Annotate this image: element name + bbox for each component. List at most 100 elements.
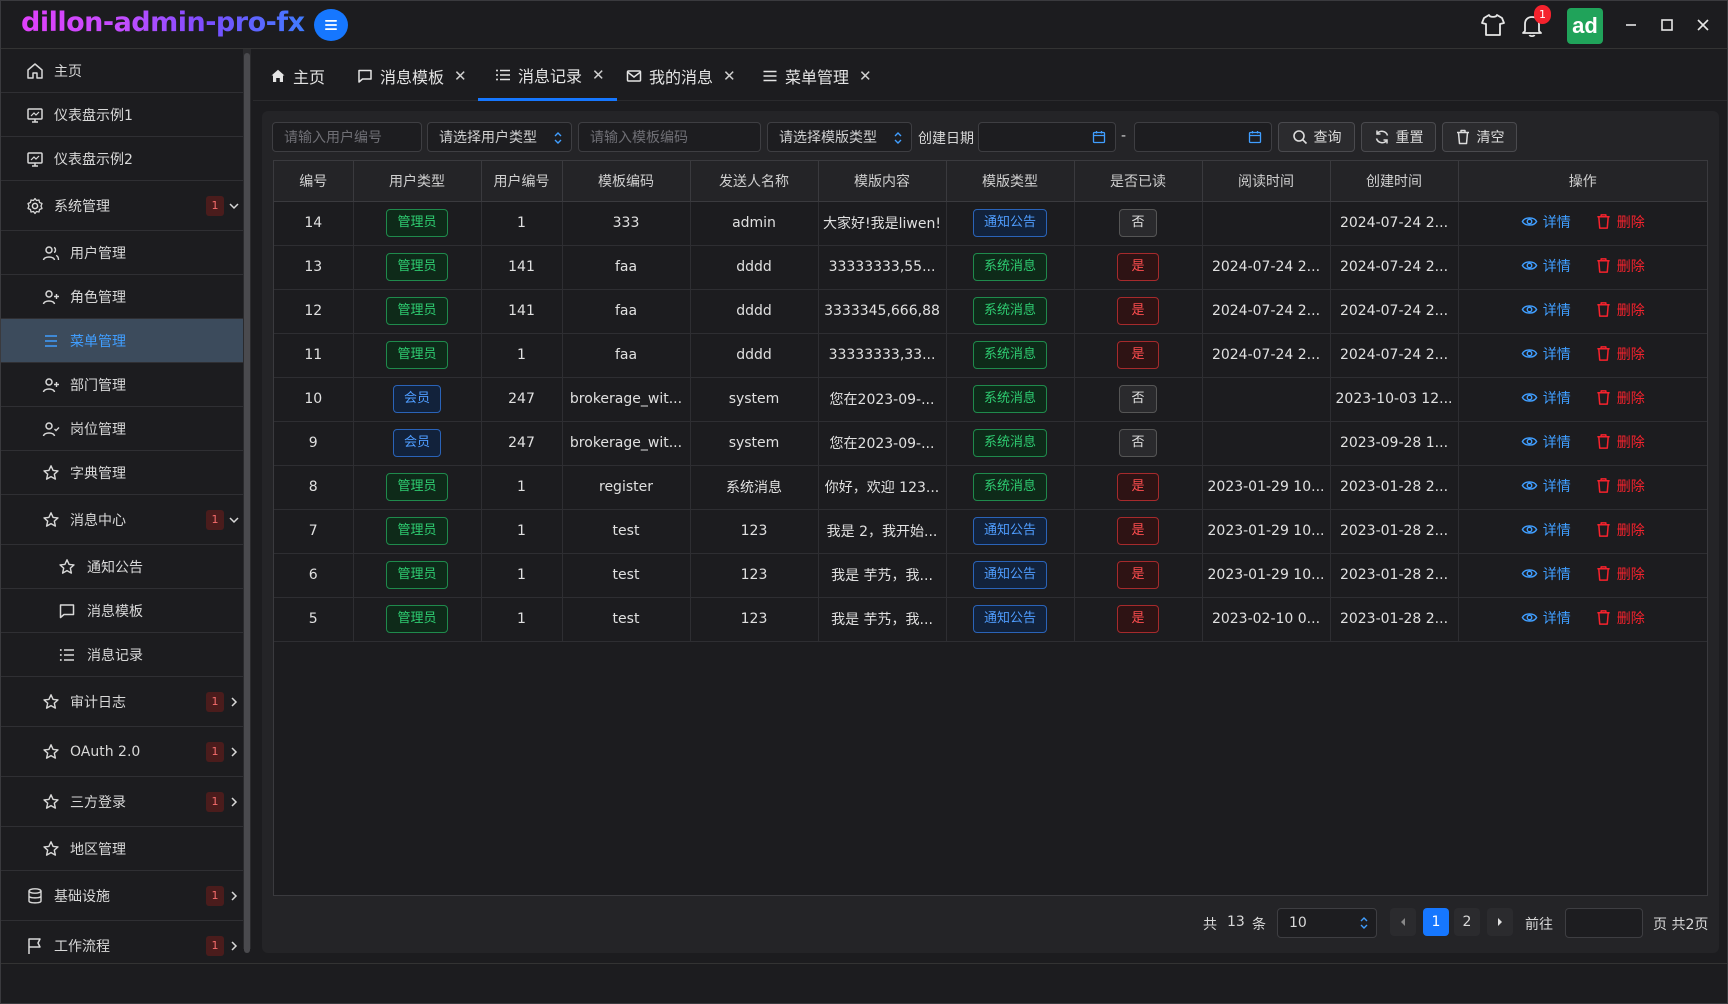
- column-header[interactable]: 模板编码: [562, 161, 691, 202]
- query-button[interactable]: 查询: [1278, 122, 1355, 152]
- table-row[interactable]: 6 管理员 1 test 123 我是 芋艿，我... 通知公告 是 2023-01-29 10…: [274, 553, 1707, 598]
- table-row[interactable]: 7 管理员 1 test 123 我是 2，我开始... 通知公告 是 2023-01-29 1…: [274, 509, 1707, 554]
- menu-toggle-button[interactable]: [314, 9, 348, 41]
- sidebar-item-home[interactable]: 主页: [1, 49, 243, 93]
- sidebar-item-infrastructure[interactable]: 基础设施 1: [1, 871, 243, 921]
- column-header[interactable]: 编号: [274, 161, 354, 202]
- sidebar-item-departments[interactable]: 部门管理: [1, 363, 243, 407]
- maximize-button[interactable]: [1655, 13, 1679, 37]
- column-header[interactable]: 发送人名称: [690, 161, 819, 202]
- delete-button[interactable]: 删除: [1595, 212, 1645, 232]
- sidebar-item-dictionary[interactable]: 字典管理: [1, 451, 243, 495]
- sidebar-item-menus[interactable]: 菜单管理: [1, 319, 243, 363]
- template-code-input[interactable]: 请输入模板编码: [578, 122, 761, 152]
- column-header[interactable]: 模版类型: [946, 161, 1075, 202]
- sidebar-item-regions[interactable]: 地区管理: [1, 827, 243, 871]
- page-button-2[interactable]: 2: [1454, 908, 1480, 936]
- delete-button[interactable]: 删除: [1595, 388, 1645, 408]
- detail-button[interactable]: 详情: [1521, 476, 1571, 496]
- sidebar-item-label: 岗位管理: [70, 421, 126, 438]
- detail-button[interactable]: 详情: [1521, 564, 1571, 584]
- delete-button[interactable]: 删除: [1595, 520, 1645, 540]
- close-icon[interactable]: ✕: [723, 67, 736, 85]
- theme-shirt-button[interactable]: [1477, 9, 1509, 41]
- delete-button[interactable]: 删除: [1595, 432, 1645, 452]
- detail-label: 详情: [1542, 566, 1571, 583]
- detail-button[interactable]: 详情: [1521, 256, 1571, 276]
- detail-button[interactable]: 详情: [1521, 432, 1571, 452]
- table-row[interactable]: 5 管理员 1 test 123 我是 芋艿，我... 通知公告 是 2023-02-10 0.…: [274, 597, 1707, 642]
- page-size-select[interactable]: 10: [1277, 908, 1377, 938]
- delete-button[interactable]: 删除: [1595, 300, 1645, 320]
- sidebar-item-notices[interactable]: 通知公告: [1, 545, 243, 589]
- user-id-input[interactable]: 请输入用户编号: [272, 122, 422, 152]
- column-header[interactable]: 创建时间: [1330, 161, 1459, 202]
- column-header[interactable]: 用户编号: [481, 161, 563, 202]
- detail-button[interactable]: 详情: [1521, 608, 1571, 628]
- detail-button[interactable]: 详情: [1521, 344, 1571, 364]
- reset-button[interactable]: 重置: [1361, 122, 1436, 152]
- sidebar-item-dashboard-1[interactable]: 仪表盘示例1: [1, 93, 243, 137]
- sidebar-item-workflow[interactable]: 工作流程 1: [1, 921, 243, 961]
- sidebar-item-audit-log[interactable]: 审计日志 1: [1, 677, 243, 727]
- detail-button[interactable]: 详情: [1521, 212, 1571, 232]
- close-window-button[interactable]: [1691, 13, 1715, 37]
- avatar[interactable]: ad: [1567, 8, 1603, 44]
- query-button-label: 查询: [1313, 130, 1342, 146]
- column-header[interactable]: 阅读时间: [1202, 161, 1331, 202]
- table-row[interactable]: 11 管理员 1 faa dddd 33333333,33... 系统消息 是 2024-07-…: [274, 333, 1707, 378]
- column-header[interactable]: 用户类型: [353, 161, 482, 202]
- prev-page-button[interactable]: [1390, 908, 1416, 936]
- sidebar-item-message-templates[interactable]: 消息模板: [1, 589, 243, 633]
- template-type-select[interactable]: 请选择模版类型: [767, 122, 912, 152]
- home-icon: [269, 67, 287, 85]
- goto-page-input[interactable]: [1565, 908, 1643, 938]
- column-header[interactable]: 模版内容: [818, 161, 947, 202]
- detail-button[interactable]: 详情: [1521, 300, 1571, 320]
- sidebar-item-oauth[interactable]: OAuth 2.0 1: [1, 727, 243, 777]
- sidebar-item-dashboard-2[interactable]: 仪表盘示例2: [1, 137, 243, 181]
- tab-home[interactable]: 主页: [269, 51, 325, 101]
- delete-button[interactable]: 删除: [1595, 564, 1645, 584]
- table-row[interactable]: 14 管理员 1 333 admin 大家好!我是liwen! 通知公告 否 2024-07-2…: [274, 201, 1707, 246]
- cell-user-type: 管理员: [353, 289, 482, 334]
- end-date-picker[interactable]: [1134, 122, 1272, 152]
- close-icon[interactable]: ✕: [859, 67, 872, 85]
- delete-button[interactable]: 删除: [1595, 608, 1645, 628]
- delete-button[interactable]: 删除: [1595, 344, 1645, 364]
- tab-message-records[interactable]: 消息记录 ✕: [478, 51, 617, 101]
- minimize-button[interactable]: [1619, 13, 1643, 37]
- table-row[interactable]: 8 管理员 1 register 系统消息 你好，欢迎 123... 系统消息是 2023-0…: [274, 465, 1707, 510]
- delete-label: 删除: [1616, 522, 1645, 539]
- close-icon[interactable]: ✕: [592, 66, 605, 84]
- clear-button[interactable]: 清空: [1442, 122, 1517, 152]
- user-type-select[interactable]: 请选择用户类型: [427, 122, 572, 152]
- delete-label: 删除: [1616, 566, 1645, 583]
- table-row[interactable]: 9 会员 247 brokerage_wit... system 您在2023-09-..…: [274, 421, 1707, 466]
- detail-button[interactable]: 详情: [1521, 520, 1571, 540]
- sidebar-item-message-center[interactable]: 消息中心 1: [1, 495, 243, 545]
- next-page-button[interactable]: [1487, 908, 1513, 936]
- tab-message-templates[interactable]: 消息模板 ✕: [356, 51, 467, 101]
- page-button-1[interactable]: 1: [1423, 908, 1449, 936]
- sidebar-item-users[interactable]: 用户管理: [1, 231, 243, 275]
- tab-my-messages[interactable]: 我的消息 ✕: [625, 51, 736, 101]
- close-icon[interactable]: ✕: [454, 67, 467, 85]
- cell-created-time: 2024-07-24 2...: [1330, 289, 1459, 334]
- sidebar-scrollbar-thumb[interactable]: [244, 53, 250, 953]
- sidebar-item-roles[interactable]: 角色管理: [1, 275, 243, 319]
- start-date-picker[interactable]: [978, 122, 1116, 152]
- detail-button[interactable]: 详情: [1521, 388, 1571, 408]
- sidebar-item-system[interactable]: 系统管理 1: [1, 181, 243, 231]
- table-row[interactable]: 10 会员 247 brokerage_wit... system 您在2023-09-.…: [274, 377, 1707, 422]
- sidebar-item-message-records[interactable]: 消息记录: [1, 633, 243, 677]
- delete-button[interactable]: 删除: [1595, 256, 1645, 276]
- flag-icon: [25, 936, 45, 956]
- tab-menu-management[interactable]: 菜单管理 ✕: [761, 51, 872, 101]
- table-row[interactable]: 13 管理员 141 faa dddd 33333333,55... 系统消息 是 2024-0…: [274, 245, 1707, 290]
- sidebar-item-third-party-login[interactable]: 三方登录 1: [1, 777, 243, 827]
- sidebar-item-posts[interactable]: 岗位管理: [1, 407, 243, 451]
- delete-button[interactable]: 删除: [1595, 476, 1645, 496]
- table-row[interactable]: 12 管理员 141 faa dddd 3333345,666,88 系统消息 是 2024-0…: [274, 289, 1707, 334]
- column-header[interactable]: 是否已读: [1074, 161, 1203, 202]
